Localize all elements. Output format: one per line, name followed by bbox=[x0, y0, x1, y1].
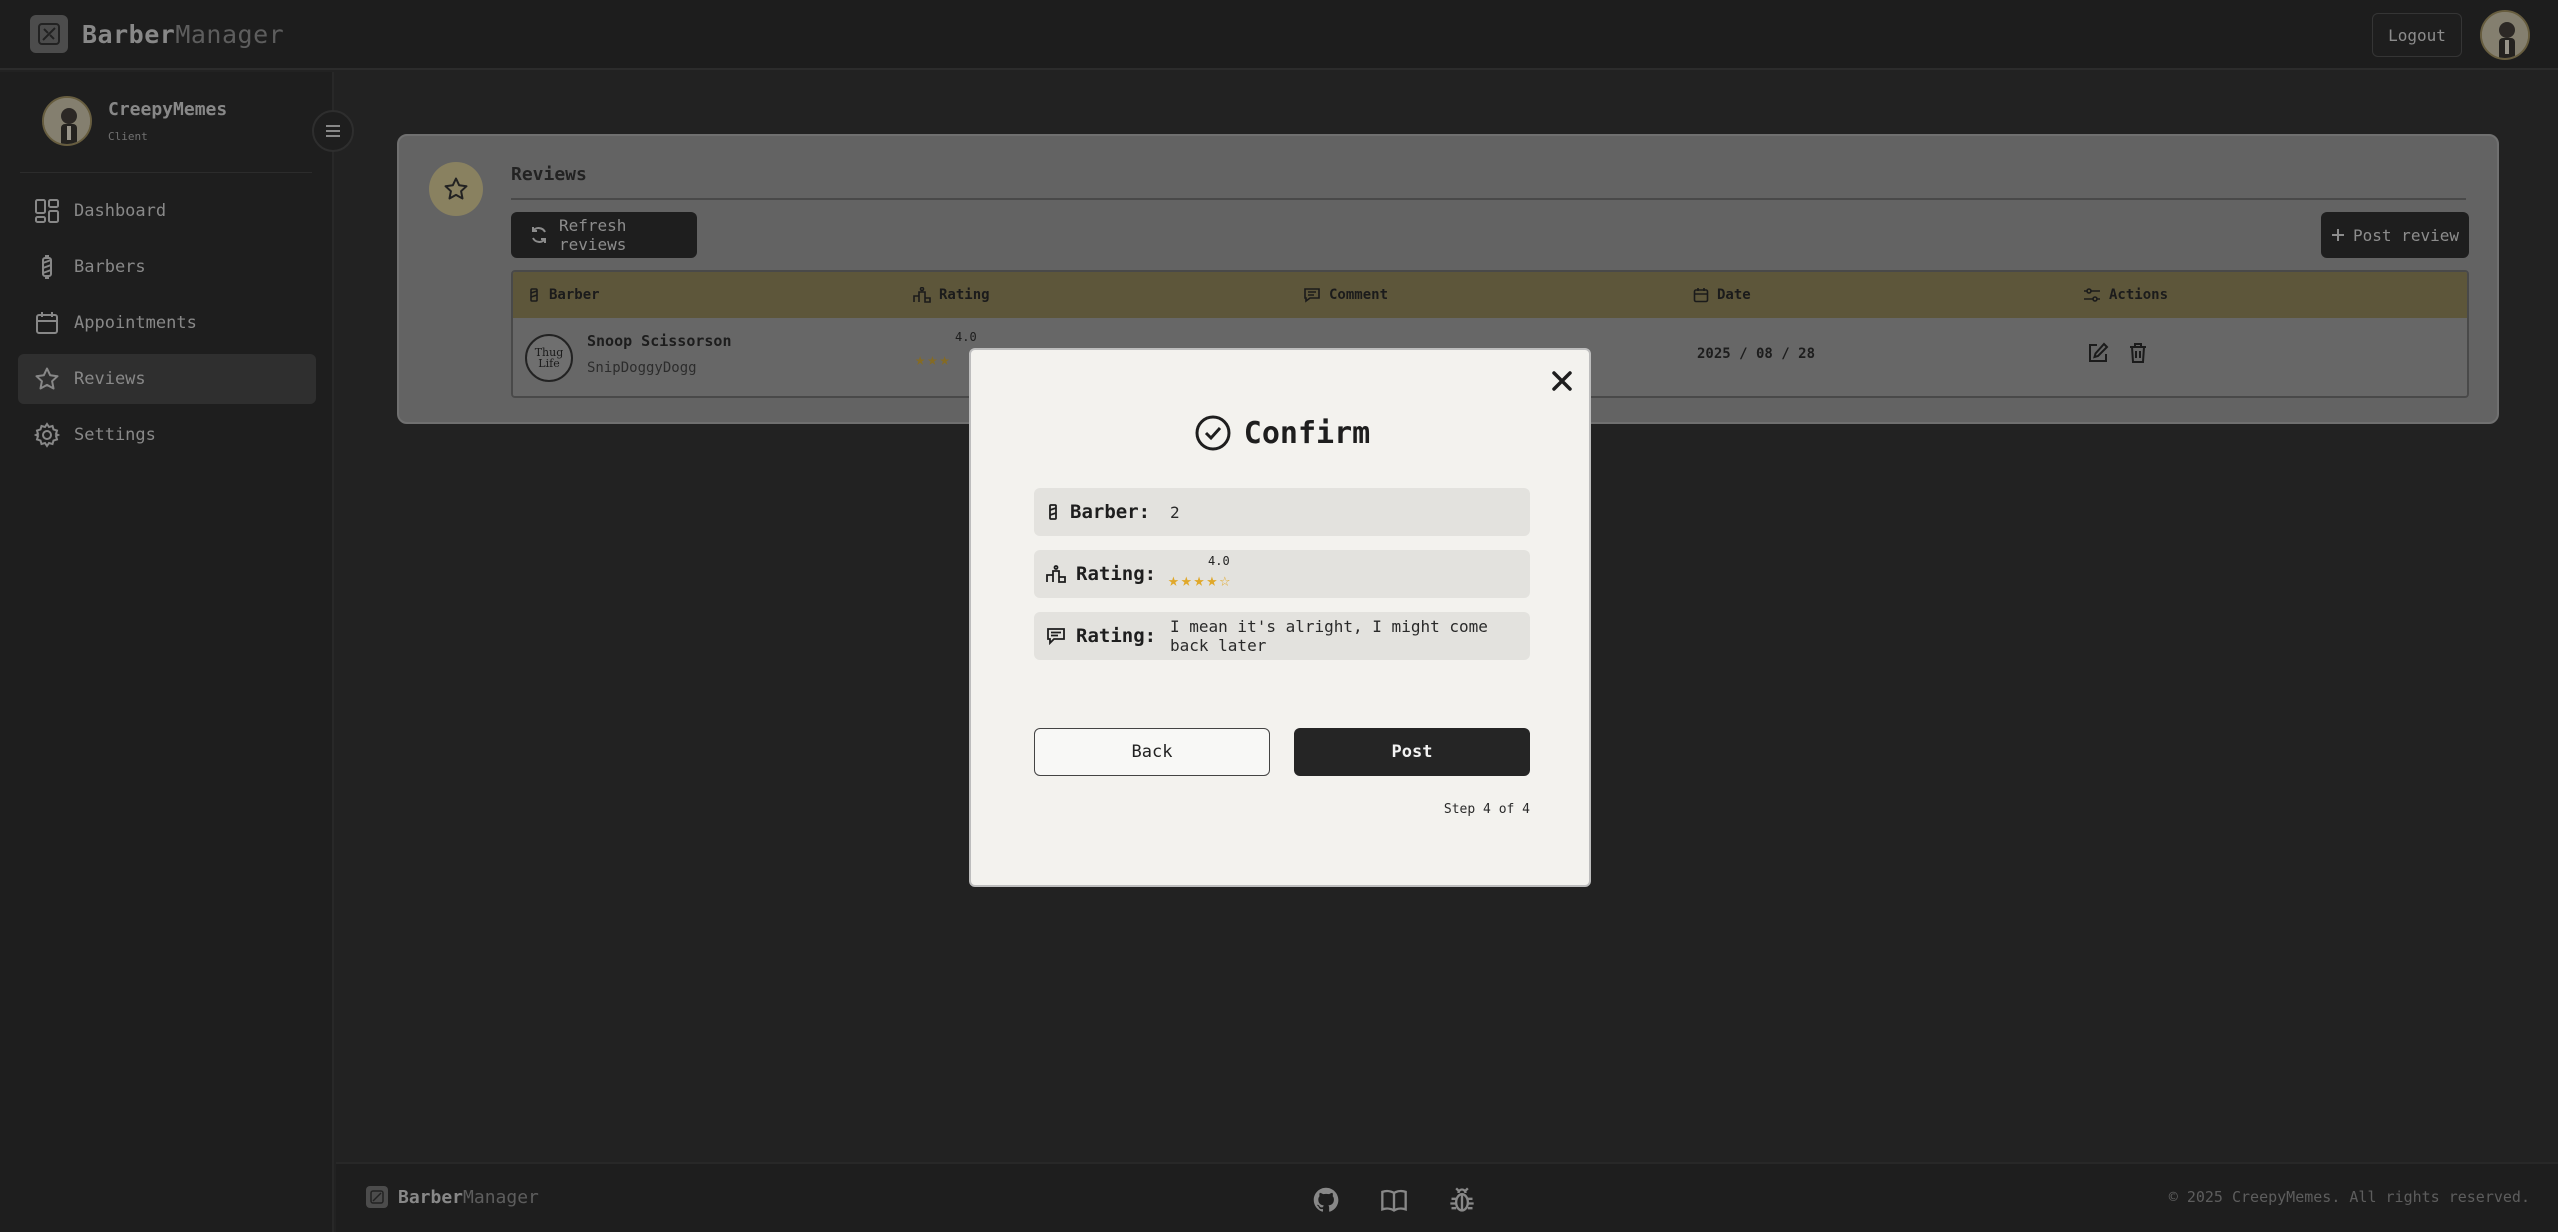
close-icon bbox=[1551, 370, 1573, 392]
comment-label-text: Rating: bbox=[1076, 625, 1157, 647]
barber-field-label: Barber: bbox=[1046, 501, 1150, 523]
rating-label-text: Rating: bbox=[1076, 563, 1157, 585]
barber-pole-icon bbox=[1046, 503, 1060, 521]
barber-field-value: 2 bbox=[1170, 502, 1180, 522]
barber-label-text: Barber: bbox=[1070, 501, 1151, 523]
modal-title-text: Confirm bbox=[1243, 415, 1371, 451]
comment-field-value: I mean it's alright, I might come back l… bbox=[1170, 617, 1488, 655]
check-circle-icon bbox=[1194, 414, 1232, 452]
comment-summary-field: Rating: I mean it's alright, I might com… bbox=[1034, 612, 1530, 660]
step-indicator: Step 4 of 4 bbox=[1443, 802, 1530, 817]
comment-field-label: Rating: bbox=[1046, 625, 1156, 647]
rating-field-stars: ★★★★☆ bbox=[1168, 570, 1233, 591]
rating-field-label: Rating: bbox=[1046, 563, 1156, 585]
podium-icon bbox=[1046, 565, 1066, 583]
rating-field-value: 4.0 bbox=[1208, 554, 1230, 568]
modal-title: Confirm bbox=[971, 414, 1593, 452]
rating-summary-field: Rating: 4.0 ★★★★☆ bbox=[1034, 550, 1530, 598]
post-button[interactable]: Post bbox=[1294, 728, 1530, 776]
barber-summary-field: Barber: 2 bbox=[1034, 488, 1530, 536]
close-button[interactable] bbox=[1547, 366, 1577, 396]
back-button[interactable]: Back bbox=[1034, 728, 1270, 776]
comment-icon bbox=[1046, 627, 1066, 645]
confirm-modal: Confirm Barber: 2 Rating: 4.0 ★★★★☆ Rati… bbox=[969, 348, 1591, 887]
